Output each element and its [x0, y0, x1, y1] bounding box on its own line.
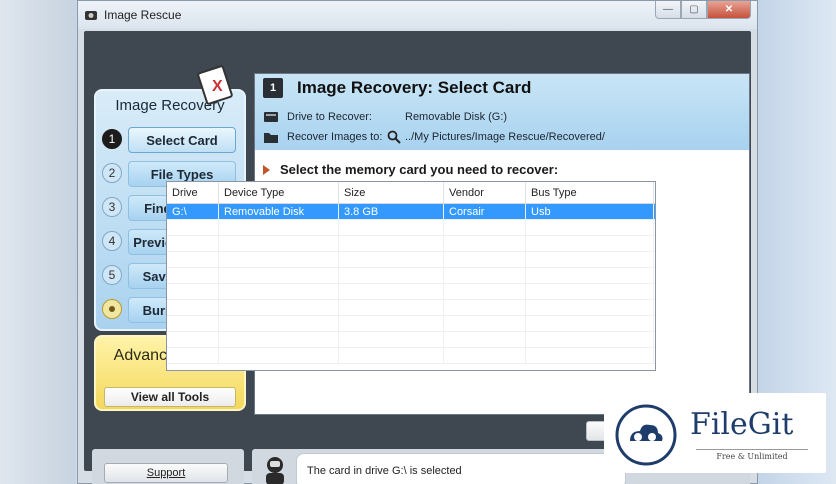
step-number: 1 [102, 129, 122, 149]
table-row-empty [167, 284, 655, 300]
table-row-empty [167, 316, 655, 332]
nav-item-select-card[interactable]: 1 Select Card [102, 127, 242, 153]
select-card-button[interactable]: Select Card [128, 127, 236, 153]
background-left [0, 0, 76, 484]
support-button[interactable]: Support [104, 463, 228, 483]
column-header-bus-type[interactable]: Bus Type [526, 182, 654, 203]
support-bar: Support [92, 449, 244, 484]
cell-drive: G:\ [167, 204, 219, 219]
step-badge: 1 [263, 78, 283, 98]
table-row-empty [167, 268, 655, 284]
drive-value: Removable Disk (G:) [405, 111, 508, 123]
table-row[interactable]: G:\ Removable Disk 3.8 GB Corsair Usb [167, 204, 655, 220]
table-row-empty [167, 332, 655, 348]
status-bubble: The card in drive G:\ is selected [296, 453, 626, 484]
cell-device-type: Removable Disk [219, 204, 339, 219]
status-text: The card in drive G:\ is selected [307, 465, 462, 477]
step-number: 2 [102, 163, 122, 183]
close-button[interactable]: ✕ [707, 1, 751, 19]
drive-label: Drive to Recover: [287, 111, 372, 123]
table-header: Drive Device Type Size Vendor Bus Type [167, 182, 655, 204]
minimize-button[interactable]: — [655, 1, 681, 19]
instruction-text: Select the memory card you need to recov… [280, 162, 559, 177]
drive-icon [264, 112, 278, 122]
app-icon [85, 11, 97, 20]
window-controls: — ▢ ✕ [655, 1, 751, 19]
table-row-empty [167, 220, 655, 236]
cell-vendor: Corsair [444, 204, 526, 219]
filegit-tagline: Free & Unlimited [696, 449, 808, 461]
window-title: Image Rescue [104, 8, 182, 22]
table-row-empty [167, 348, 655, 364]
filegit-logo-icon [615, 404, 677, 466]
column-header-device-type[interactable]: Device Type [219, 182, 339, 203]
step-number: 3 [102, 197, 122, 217]
drive-table: Drive Device Type Size Vendor Bus Type G… [166, 181, 656, 371]
column-header-vendor[interactable]: Vendor [444, 182, 526, 203]
view-all-tools-button[interactable]: View all Tools [104, 387, 236, 407]
maximize-button[interactable]: ▢ [681, 1, 707, 19]
step-number: 5 [102, 265, 122, 285]
column-header-size[interactable]: Size [339, 182, 444, 203]
memory-card-icon: X [197, 65, 233, 105]
page-title: Image Recovery: Select Card [297, 78, 532, 97]
folder-icon [264, 133, 278, 143]
filegit-watermark: FileGit Free & Unlimited [604, 393, 826, 473]
arrow-icon [263, 164, 270, 175]
table-row-empty [167, 300, 655, 316]
assistant-icon [266, 457, 284, 484]
drive-row: Drive to Recover: Removable Disk (G:) [263, 110, 507, 124]
table-row-empty [167, 236, 655, 252]
table-row-empty [167, 252, 655, 268]
search-icon[interactable] [387, 130, 401, 144]
main-header: 1 Image Recovery: Select Card Drive to R… [255, 74, 749, 150]
cell-size: 3.8 GB [339, 204, 444, 219]
recover-label: Recover Images to: [287, 131, 383, 143]
recover-path: ../My Pictures/Image Rescue/Recovered/ [405, 131, 605, 143]
cell-bus-type: Usb [526, 204, 654, 219]
recover-row: Recover Images to: ../My Pictures/Image … [263, 130, 605, 144]
svg-text:X: X [212, 78, 223, 95]
disc-icon [102, 299, 122, 319]
title-bar: Image Rescue — ▢ ✕ [78, 1, 757, 29]
filegit-name: FileGit [690, 407, 794, 442]
step-number: 4 [102, 231, 122, 251]
instruction: Select the memory card you need to recov… [263, 162, 558, 177]
column-header-drive[interactable]: Drive [167, 182, 219, 203]
